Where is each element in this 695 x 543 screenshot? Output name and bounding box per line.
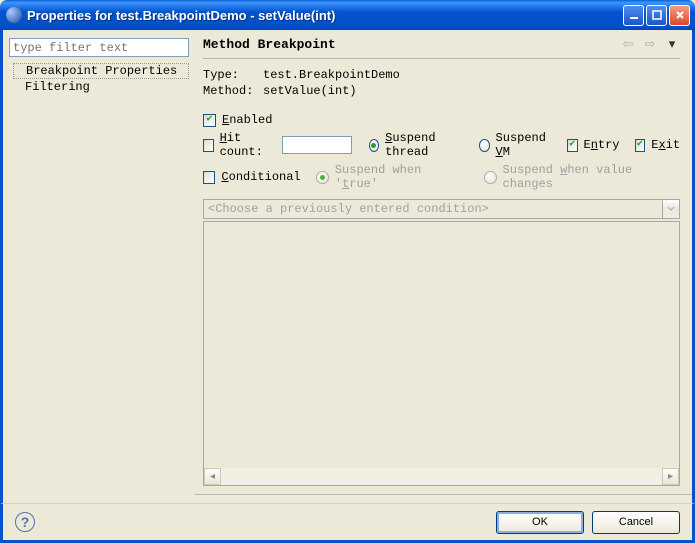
close-button[interactable] [669, 5, 690, 26]
tree-item-label: Breakpoint Properties [26, 64, 177, 78]
cancel-button[interactable]: Cancel [592, 511, 680, 534]
conditional-label: Conditional [221, 170, 300, 184]
main-panel: Method Breakpoint ⇦ ⇨ ▾ Type: test.Break… [195, 30, 692, 503]
info-section: Type: test.BreakpointDemo Method: setVal… [203, 67, 680, 99]
window-controls [623, 5, 690, 26]
enabled-label: Enabled [222, 113, 272, 127]
type-label: Type: [203, 67, 257, 83]
horizontal-scrollbar[interactable]: ◂ ▸ [204, 468, 679, 485]
filter-input[interactable] [9, 38, 189, 57]
titlebar[interactable]: Properties for test.BreakpointDemo - set… [0, 0, 695, 30]
minimize-button[interactable] [623, 5, 644, 26]
hitcount-checkbox[interactable] [203, 139, 214, 152]
ok-button[interactable]: OK [496, 511, 584, 534]
conditional-checkbox[interactable] [203, 171, 215, 184]
window-title: Properties for test.BreakpointDemo - set… [27, 8, 623, 23]
enabled-row: Enabled [203, 113, 680, 127]
tree-item-label: Filtering [25, 80, 90, 94]
panel-divider [195, 494, 692, 495]
condition-textarea[interactable]: ◂ ▸ [203, 221, 680, 486]
divider [203, 58, 680, 59]
chevron-down-icon [667, 205, 675, 213]
type-value: test.BreakpointDemo [263, 67, 400, 83]
suspend-vm-label: Suspend VM [496, 131, 552, 159]
suspend-thread-radio[interactable] [369, 139, 380, 152]
tree-item-breakpoint-properties[interactable]: Breakpoint Properties [13, 63, 189, 79]
suspend-change-label: Suspend when value changes [503, 163, 680, 191]
hitcount-row: Hit count: Suspend thread Suspend VM Ent… [203, 131, 680, 159]
method-label: Method: [203, 83, 257, 99]
sidebar: Breakpoint Properties Filtering [3, 30, 195, 503]
maximize-button[interactable] [646, 5, 667, 26]
back-icon[interactable]: ⇦ [620, 36, 636, 52]
method-value: setValue(int) [263, 83, 357, 99]
scroll-left-button[interactable]: ◂ [204, 468, 221, 485]
condition-combo[interactable]: <Choose a previously entered condition> [203, 199, 680, 219]
nav-arrows: ⇦ ⇨ ▾ [620, 36, 680, 52]
hitcount-input[interactable] [282, 136, 352, 154]
suspend-true-label: Suspend when 'true' [335, 163, 465, 191]
exit-checkbox[interactable] [635, 139, 646, 152]
hitcount-label: Hit count: [220, 131, 276, 159]
combo-placeholder: <Choose a previously entered condition> [208, 202, 489, 216]
entry-checkbox[interactable] [567, 139, 578, 152]
suspend-thread-label: Suspend thread [385, 131, 464, 159]
forward-icon[interactable]: ⇨ [642, 36, 658, 52]
category-tree: Breakpoint Properties Filtering [9, 63, 189, 95]
suspend-vm-radio[interactable] [479, 139, 490, 152]
help-icon[interactable]: ? [15, 512, 35, 532]
dropdown-arrow-icon[interactable]: ▾ [664, 36, 680, 52]
conditional-row: Conditional Suspend when 'true' Suspend … [203, 163, 680, 191]
entry-label: Entry [584, 138, 620, 152]
enabled-checkbox[interactable] [203, 114, 216, 127]
tree-item-filtering[interactable]: Filtering [13, 79, 189, 95]
suspend-true-radio [316, 171, 328, 184]
scroll-right-button[interactable]: ▸ [662, 468, 679, 485]
page-title: Method Breakpoint [203, 37, 336, 52]
suspend-change-radio [484, 171, 496, 184]
footer: ? OK Cancel [0, 503, 695, 543]
combo-dropdown-button[interactable] [662, 200, 679, 218]
app-icon [6, 7, 22, 23]
exit-label: Exit [651, 138, 680, 152]
